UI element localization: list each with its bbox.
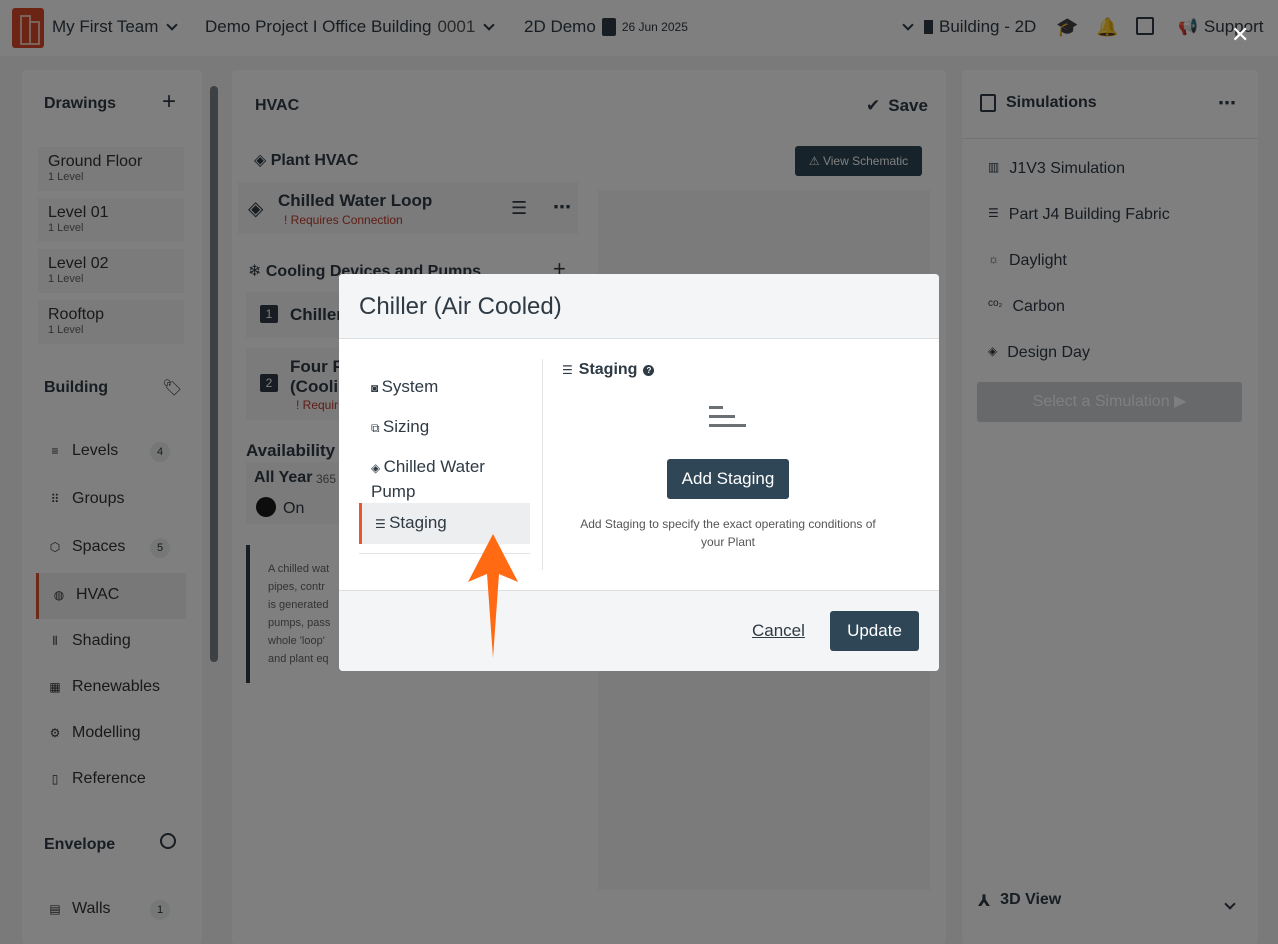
system-icon: ◙ [371,381,382,395]
cancel-button[interactable]: Cancel [752,621,805,641]
nav-label: Sizing [382,417,430,436]
modal-nav-system[interactable]: ◙ System [359,367,530,408]
modal-footer: Cancel Update [339,590,939,671]
staging-section-title: ☰ Staging ? [562,361,655,379]
staging-icon: ☰ [562,363,573,377]
modal-nav-sizing[interactable]: ⧉ Sizing [359,407,530,448]
update-button[interactable]: Update [830,611,919,651]
help-icon[interactable]: ? [643,364,655,376]
modal-divider [542,359,543,570]
chiller-modal: Chiller (Air Cooled) ◙ System ⧉ Sizing ◈… [339,274,939,671]
annotation-arrow-icon [468,534,518,658]
close-icon[interactable]: ✕ [1231,24,1249,46]
staging-bars-icon [709,406,746,427]
nav-label: Chilled Water Pump [371,457,485,501]
resize-icon: ⧉ [371,421,383,435]
pump-icon: ◈ [371,461,384,475]
staging-icon: ☰ [375,517,390,531]
section-label: Staging [578,361,638,378]
staging-help-text: Add Staging to specify the exact operati… [580,517,876,549]
nav-label: System [381,377,439,396]
add-staging-button[interactable]: Add Staging [667,459,789,499]
modal-header: Chiller (Air Cooled) [339,274,939,339]
modal-title: Chiller (Air Cooled) [359,293,562,320]
nav-label: Staging [389,513,447,532]
